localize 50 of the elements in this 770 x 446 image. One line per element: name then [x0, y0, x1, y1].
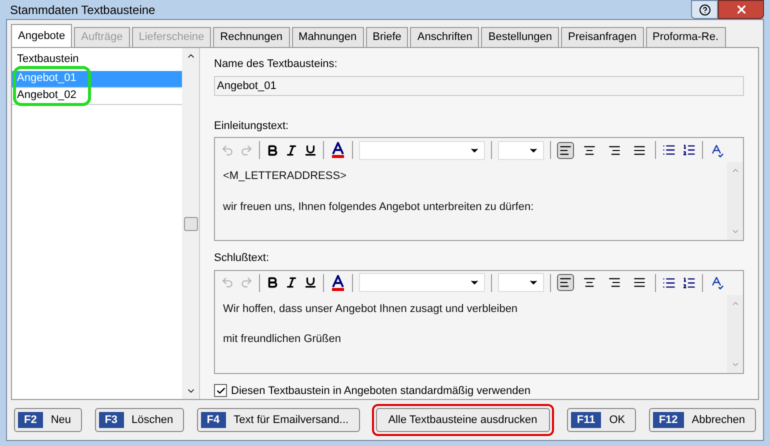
spellcheck-icon[interactable]: [709, 275, 724, 290]
tab[interactable]: Preisanfragen: [561, 27, 644, 47]
align-left-icon[interactable]: [557, 142, 574, 158]
footer-button[interactable]: F2 Neu: [14, 408, 82, 432]
tab[interactable]: Anschriften: [410, 27, 480, 47]
numbered-list-icon[interactable]: [682, 276, 696, 290]
field-label: Einleitungstext:: [214, 118, 290, 134]
underline-icon[interactable]: [304, 276, 317, 289]
footer-button[interactable]: F4 Text für Emailversand...: [196, 408, 360, 432]
editor-text-line: mit freundlichen Grüßen: [223, 332, 342, 347]
align-left-icon[interactable]: [557, 274, 574, 291]
scroll-thumb[interactable]: [184, 216, 198, 230]
underline-icon[interactable]: [304, 144, 317, 156]
tab[interactable]: Proforma-Re.: [646, 27, 726, 47]
text-editor[interactable]: Wir hoffen, dass unser Angebot Ihnen zusagt und verbleiben mit freundlichen Grüßen: [214, 270, 744, 374]
editor-text-line: <M_LETTERADDRESS>: [223, 169, 348, 184]
editor-text-line: Wir hoffen, dass unser Angebot Ihnen zusagt und verbleiben: [223, 302, 519, 316]
editor-text-line: wir freuen uns, Ihnen folgendes Angebot unterbreiten zu dürfen:: [223, 200, 535, 214]
window-title: Stammdaten Textbausteine: [9, 2, 156, 18]
numbered-list-icon[interactable]: [682, 143, 696, 157]
italic-icon[interactable]: [285, 144, 298, 156]
field-label: Schlußtext:: [214, 251, 270, 266]
checkbox[interactable]: [214, 384, 227, 398]
footer-button[interactable]: F12 Abbrechen: [648, 408, 756, 432]
tab[interactable]: Bestellungen: [481, 27, 560, 47]
scrollbar[interactable]: [182, 48, 199, 399]
list-header: Textbaustein: [16, 52, 80, 67]
name-field[interactable]: Angebot_01: [214, 76, 744, 96]
italic-icon[interactable]: [285, 276, 298, 289]
footer-button[interactable]: F11 OK: [566, 408, 636, 432]
close-button[interactable]: [718, 0, 764, 19]
close-icon: [734, 3, 748, 16]
tab[interactable]: Briefe: [366, 27, 408, 47]
tab[interactable]: Rechnungen: [213, 27, 290, 47]
field-label: Name des Textbausteins:: [214, 57, 338, 72]
text-editor[interactable]: <M_LETTERADDRESS> wir freuen uns, Ihnen folgendes Angebot unterbreiten zu dürfen:: [214, 137, 744, 241]
tab[interactable]: Mahnungen: [292, 27, 364, 47]
bullet-list-icon[interactable]: [662, 276, 676, 290]
help-button[interactable]: [691, 0, 718, 19]
spellcheck-icon[interactable]: [709, 142, 724, 158]
bold-icon[interactable]: [266, 144, 279, 156]
checkbox-label: Diesen Textbaustein in Angeboten standardmäßig verwenden: [231, 384, 530, 398]
footer-button[interactable]: Alle Textbausteine ausdrucken: [376, 408, 550, 432]
font-color-icon[interactable]: [330, 142, 346, 158]
bold-icon[interactable]: [266, 276, 279, 289]
tab[interactable]: Angebote: [11, 24, 72, 47]
help-icon: [698, 4, 710, 16]
bullet-list-icon[interactable]: [662, 143, 676, 157]
footer-button[interactable]: F3 Löschen: [94, 408, 184, 432]
font-color-icon[interactable]: [330, 274, 346, 290]
